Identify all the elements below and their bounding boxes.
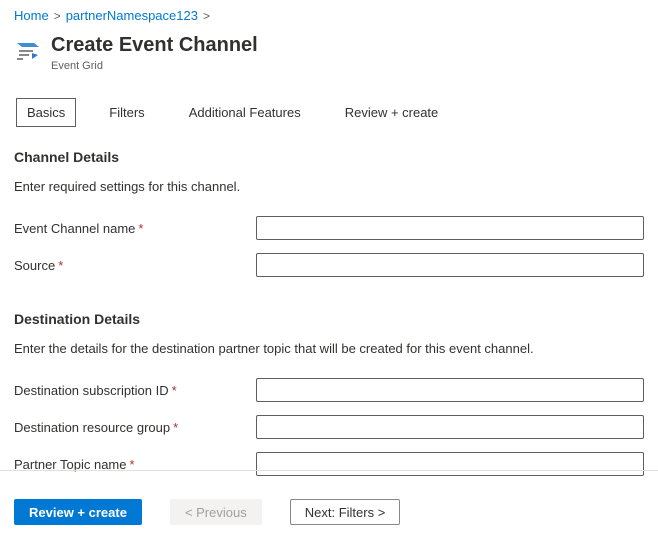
destination-resource-group-row: Destination resource group* [14, 415, 644, 439]
create-event-channel-page: Home > partnerNamespace123 > Create Event C… [0, 0, 658, 535]
channel-details-title: Channel Details [14, 149, 644, 165]
field-label-text: Destination resource group [14, 420, 170, 435]
breadcrumb-partner-namespace-link[interactable]: partnerNamespace123 [66, 8, 198, 23]
source-input[interactable] [256, 253, 644, 277]
destination-resource-group-input[interactable] [256, 415, 644, 439]
breadcrumb-separator: > [203, 9, 210, 23]
partner-topic-name-input[interactable] [256, 452, 644, 476]
footer-divider [0, 470, 658, 471]
source-label: Source* [14, 258, 256, 273]
event-channel-name-row: Event Channel name* [14, 216, 644, 240]
channel-details-description: Enter required settings for this channel… [14, 179, 644, 194]
event-channel-name-label: Event Channel name* [14, 221, 256, 236]
tab-review-create[interactable]: Review + create [334, 98, 450, 127]
page-subtitle: Event Grid [51, 60, 258, 72]
required-marker: * [138, 221, 143, 236]
tab-basics[interactable]: Basics [16, 98, 76, 127]
basics-tab-content: Channel Details Enter required settings … [14, 149, 644, 476]
breadcrumb: Home > partnerNamespace123 > [14, 8, 644, 23]
destination-subscription-row: Destination subscription ID* [14, 378, 644, 402]
destination-subscription-input[interactable] [256, 378, 644, 402]
tab-filters[interactable]: Filters [98, 98, 155, 127]
next-filters-button[interactable]: Next: Filters > [290, 499, 401, 525]
event-channel-name-input[interactable] [256, 216, 644, 240]
tab-additional-features[interactable]: Additional Features [178, 98, 312, 127]
channel-details-section: Channel Details Enter required settings … [14, 149, 644, 277]
required-marker: * [172, 383, 177, 398]
destination-details-description: Enter the details for the destination pa… [14, 341, 644, 356]
event-grid-icon [14, 36, 42, 64]
field-label-text: Source [14, 258, 55, 273]
field-label-text: Destination subscription ID [14, 383, 169, 398]
footer-actions: Review + create < Previous Next: Filters… [14, 499, 400, 525]
page-header: Create Event Channel Event Grid [14, 33, 644, 72]
destination-subscription-label: Destination subscription ID* [14, 383, 256, 398]
breadcrumb-home-link[interactable]: Home [14, 8, 49, 23]
previous-button[interactable]: < Previous [170, 499, 262, 525]
page-title: Create Event Channel [51, 33, 258, 57]
breadcrumb-separator: > [54, 9, 61, 23]
partner-topic-name-row: Partner Topic name* [14, 452, 644, 476]
required-marker: * [58, 258, 63, 273]
destination-resource-group-label: Destination resource group* [14, 420, 256, 435]
review-create-button[interactable]: Review + create [14, 499, 142, 525]
required-marker: * [173, 420, 178, 435]
destination-details-section: Destination Details Enter the details fo… [14, 311, 644, 476]
page-header-text: Create Event Channel Event Grid [51, 33, 258, 72]
tab-bar: Basics Filters Additional Features Revie… [14, 98, 644, 127]
field-label-text: Event Channel name [14, 221, 135, 236]
destination-details-title: Destination Details [14, 311, 644, 327]
source-row: Source* [14, 253, 644, 277]
